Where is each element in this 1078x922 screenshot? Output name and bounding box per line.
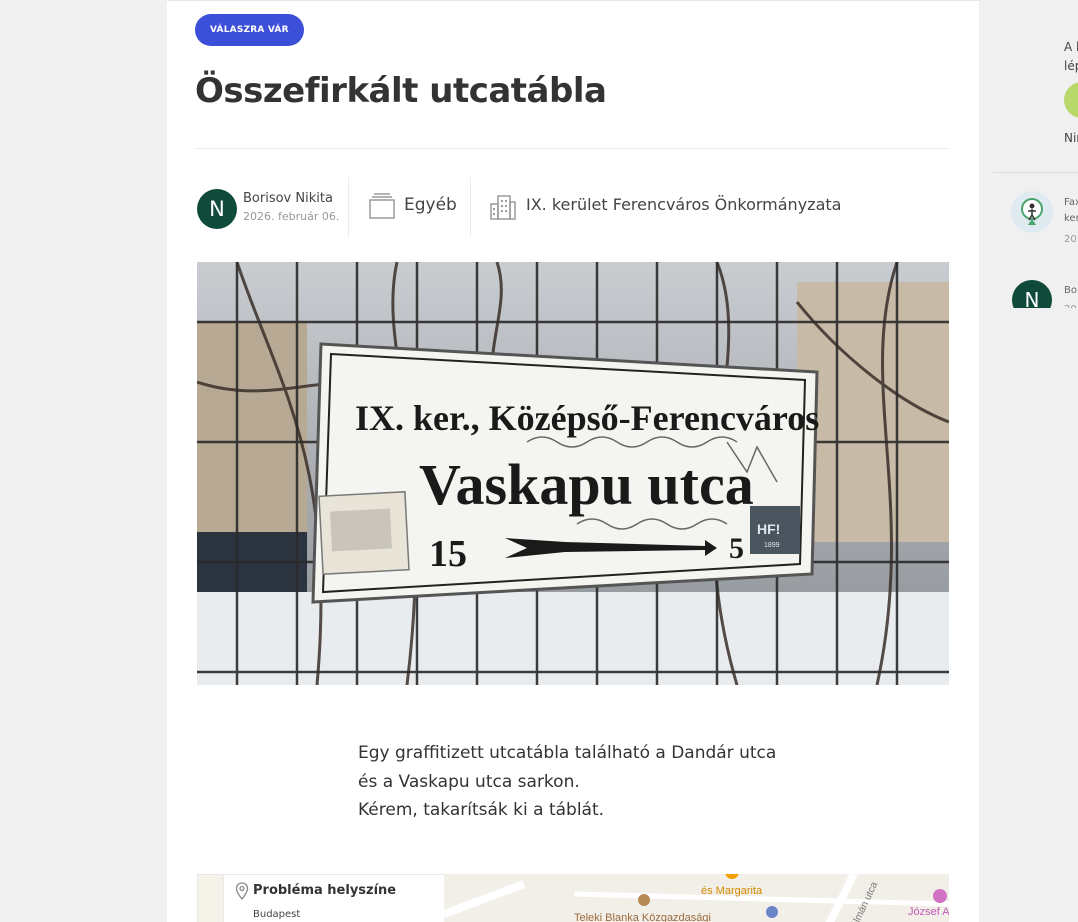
issue-description: Egy graffitizett utcatábla található a D… [358,739,818,825]
folder-stack-icon [369,193,395,219]
map-edge [198,875,224,922]
meta-separator [348,177,349,237]
description-line: Egy graffitizett utcatábla található a D… [358,743,777,763]
map-label: József A [908,906,949,918]
location-city: Budapest [253,909,301,920]
sidebar-text: A l [1064,40,1078,54]
activity-author: Bo [1064,285,1077,296]
activity-date: 20 [1064,234,1077,245]
sticker-text: HF! [757,521,780,537]
sidebar-text: Nin [1064,131,1078,145]
map-tiles: és Margarita Teleki Blanka Közgazdasági … [444,874,949,922]
meta-separator [470,177,471,237]
location-map[interactable]: és Margarita Teleki Blanka Közgazdasági … [444,874,949,922]
sign-to-number: 5 [729,532,744,565]
divider [195,148,949,149]
sticker-year: 1899 [764,542,780,549]
category-label[interactable]: Egyéb [404,195,457,215]
sidebar-text: lép [1064,59,1078,73]
map-label: és Margarita [701,885,763,897]
issue-card: VÁLASZRA VÁR Összefirkált utcatábla N Bo… [167,0,979,922]
map-label: Teleki Blanka Közgazdasági [574,912,711,922]
issue-date: 2026. február 06. [243,210,340,223]
author-name[interactable]: Borisov Nikita [243,191,333,206]
map-pin-avatar-icon [1011,191,1053,233]
activity-avatar[interactable] [1011,191,1053,233]
issue-meta-row: N Borisov Nikita 2026. február 06. Egyéb… [195,177,949,237]
location-title: Probléma helyszíne [253,883,397,898]
map-pin-icon [235,882,249,900]
description-line: Kérem, takarítsák ki a táblát. [358,800,605,820]
page-title: Összefirkált utcatábla [195,71,607,111]
issue-photo[interactable]: IX. ker., Középső-Ferencváros Vaskapu ut… [197,262,949,685]
sign-from-number: 15 [429,533,467,575]
street-sign-image: IX. ker., Középső-Ferencváros Vaskapu ut… [197,262,949,685]
location-panel: Probléma helyszíne Budapest [197,874,445,922]
activity-sidebar: A l lép Nin Fax ker 20 N Bo 20 [979,0,1078,922]
scroll-clip [993,308,1078,328]
sign-line1: IX. ker., Középső-Ferencváros [355,398,819,438]
description-line: és a Vaskapu utca sarkon. [358,771,580,792]
author-avatar[interactable]: N [197,189,237,229]
action-button[interactable] [1064,82,1078,118]
building-icon [490,195,516,220]
sign-line2: Vaskapu utca [419,452,754,517]
organization-label[interactable]: IX. kerület Ferencváros Önkormányzata [526,195,841,214]
divider [993,172,1078,173]
status-badge: VÁLASZRA VÁR [195,14,304,46]
activity-author: Fax [1064,197,1078,208]
activity-text: ker [1064,213,1078,224]
